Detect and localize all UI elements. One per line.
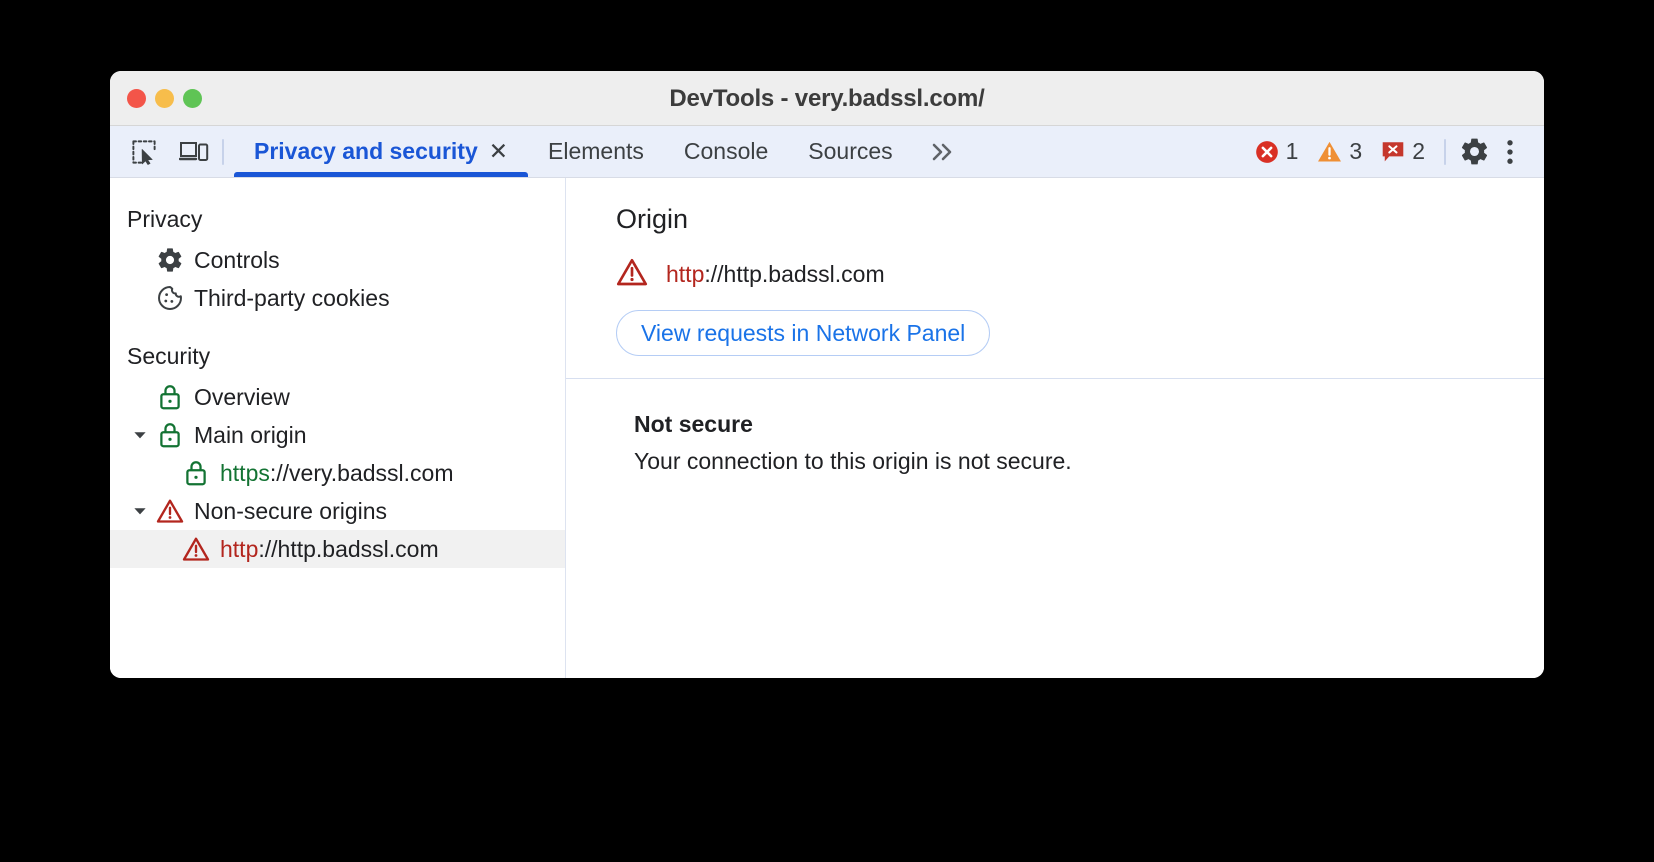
warning-triangle-red-icon	[616, 257, 648, 292]
issue-counter[interactable]: 2	[1371, 138, 1434, 165]
cookie-icon	[153, 284, 187, 312]
warning-triangle-red-icon	[179, 536, 213, 562]
sidebar-item-label: http://http.badssl.com	[220, 536, 439, 563]
tab-label: Elements	[548, 138, 644, 164]
inspect-element-icon	[132, 139, 156, 165]
origin-section: Origin http://http.badssl.com View reque…	[566, 178, 1544, 378]
toolbar-right-divider	[1444, 138, 1446, 165]
error-count: 1	[1285, 138, 1299, 164]
url-host: ://http.badssl.com	[258, 535, 439, 562]
origin-heading: Origin	[616, 204, 689, 234]
sidebar-item-main-origin[interactable]: Main origin	[110, 416, 565, 454]
security-main-panel: Origin http://http.badssl.com View reque…	[566, 178, 1544, 678]
sidebar-group-title-privacy: Privacy	[127, 206, 203, 232]
toolbar-divider	[222, 138, 224, 165]
screenshot-root: DevTools - very.badssl.com/ Privacy and …	[0, 0, 1654, 862]
error-circle-icon	[1255, 140, 1278, 163]
tab-elements[interactable]: Elements	[528, 126, 664, 177]
error-counter[interactable]: 1	[1245, 138, 1308, 165]
sidebar-item-https-very-badssl-com[interactable]: https://very.badssl.com	[110, 454, 565, 492]
warning-count: 3	[1349, 138, 1363, 164]
settings-button[interactable]	[1456, 134, 1492, 170]
origin-url: http://http.badssl.com	[666, 261, 885, 288]
sidebar-item-controls[interactable]: Controls	[110, 241, 565, 279]
kebab-menu-icon	[1507, 139, 1513, 164]
sidebar-item-label: Third-party cookies	[194, 284, 390, 311]
url-host: ://very.badssl.com	[269, 459, 454, 486]
more-options-button[interactable]	[1492, 134, 1528, 170]
sidebar-item-label: Non-secure origins	[194, 497, 388, 524]
sidebar-item-label: Controls	[194, 246, 280, 273]
tab-label: Console	[683, 138, 769, 164]
chevron-down-icon[interactable]	[127, 502, 153, 520]
panel-tabs: Privacy and security ✕ Elements Console …	[234, 126, 973, 177]
tab-console[interactable]: Console	[664, 126, 788, 177]
devtools-body: Privacy Controls Third-party cookies Sec…	[110, 178, 1544, 678]
security-state-title: Not secure	[634, 411, 753, 437]
url-scheme: http	[666, 261, 705, 287]
tab-label: Privacy and security	[254, 138, 478, 164]
issue-count: 2	[1412, 138, 1425, 164]
connection-section: Not secure Your connection to this origi…	[566, 378, 1544, 497]
toolbar-right-group: 1 3 2	[1245, 134, 1544, 170]
tab-close-icon[interactable]: ✕	[489, 140, 508, 163]
chevron-double-right-icon	[932, 143, 951, 160]
title-bar: DevTools - very.badssl.com/	[110, 71, 1544, 126]
tab-label: Sources	[808, 138, 893, 164]
origin-row: http://http.badssl.com	[616, 257, 1544, 292]
chevron-down-icon[interactable]	[127, 426, 153, 444]
sidebar-item-http-http-badssl-com[interactable]: http://http.badssl.com	[110, 530, 565, 568]
sidebar-item-label: Overview	[194, 383, 290, 410]
devtools-window: DevTools - very.badssl.com/ Privacy and …	[110, 71, 1544, 678]
lock-green-icon	[179, 459, 213, 487]
security-sidebar: Privacy Controls Third-party cookies Sec…	[110, 178, 566, 678]
sidebar-item-overview[interactable]: Overview	[110, 378, 565, 416]
sidebar-item-label: Main origin	[194, 421, 307, 448]
security-state-description: Your connection to this origin is not se…	[634, 448, 1072, 474]
warning-triangle-red-icon	[153, 498, 187, 524]
more-tabs-button[interactable]	[913, 126, 973, 177]
toolbar-left-icons	[110, 134, 212, 170]
tab-sources[interactable]: Sources	[788, 126, 912, 177]
tab-privacy-and-security[interactable]: Privacy and security ✕	[234, 126, 529, 177]
sidebar-item-label: https://very.badssl.com	[220, 460, 454, 487]
inspect-element-button[interactable]	[126, 134, 162, 170]
sidebar-item-non-secure-origins[interactable]: Non-secure origins	[110, 492, 565, 530]
sidebar-group-title-security: Security	[127, 343, 211, 369]
sidebar-item-third-party-cookies[interactable]: Third-party cookies	[110, 279, 565, 317]
lock-green-icon	[153, 383, 187, 411]
url-scheme: http	[220, 535, 259, 562]
gear-icon	[153, 246, 187, 274]
lock-green-icon	[153, 421, 187, 449]
window-title: DevTools - very.badssl.com/	[669, 85, 985, 112]
warning-counter[interactable]: 3	[1307, 138, 1371, 165]
gear-icon	[1461, 138, 1487, 165]
view-requests-in-network-panel-button[interactable]: View requests in Network Panel	[616, 310, 991, 356]
device-toolbar-icon	[179, 141, 209, 161]
device-toolbar-button[interactable]	[176, 134, 212, 170]
warning-triangle-icon	[1318, 141, 1342, 162]
issue-message-icon	[1382, 141, 1404, 161]
url-scheme: https	[220, 459, 270, 486]
devtools-toolbar: Privacy and security ✕ Elements Console …	[110, 126, 1544, 178]
url-host: ://http.badssl.com	[704, 261, 885, 287]
